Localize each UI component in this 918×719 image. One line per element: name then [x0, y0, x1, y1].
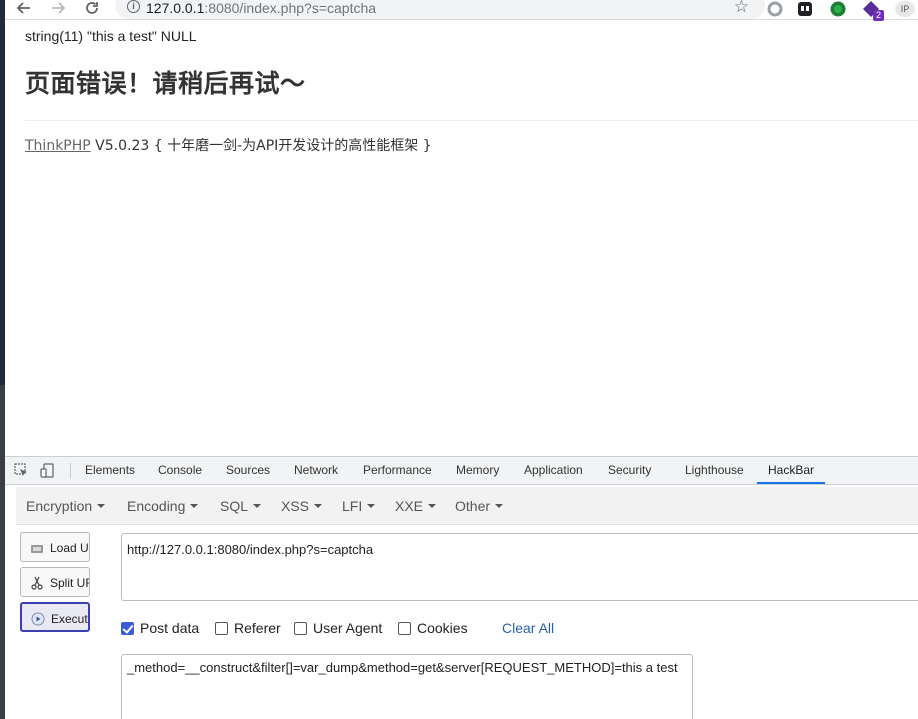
bookmark-star-icon[interactable]: ☆ [734, 0, 749, 15]
divider [25, 120, 918, 121]
var-dump-output: string(11) "this a test" NULL [25, 28, 197, 44]
tab-network[interactable]: Network [294, 457, 338, 484]
user-agent-option[interactable]: User Agent [294, 620, 382, 636]
extension-green-icon[interactable] [830, 1, 846, 17]
inspect-element-icon[interactable] [14, 463, 29, 478]
error-title: 页面错误！请稍后再试～ [25, 69, 306, 98]
cookies-checkbox[interactable] [398, 622, 411, 635]
scissors-icon [31, 576, 43, 590]
extension-ring-icon[interactable] [767, 1, 783, 17]
clear-all-link[interactable]: Clear All [502, 620, 554, 636]
menu-sql[interactable]: SQL [220, 498, 262, 514]
referer-checkbox[interactable] [215, 622, 228, 635]
framework-copyright: ThinkPHP V5.0.23 { 十年磨一剑-为API开发设计的高性能框架 … [25, 135, 432, 155]
caret-down-icon [97, 504, 106, 509]
execute-button[interactable]: Execute [20, 602, 90, 632]
post-data-checkbox[interactable] [121, 622, 134, 635]
load-url-icon [31, 545, 43, 553]
browser-toolbar: i 127.0.0.1:8080/index.php?s=captcha ☆ 2… [5, 0, 918, 21]
forward-arrow-icon[interactable] [47, 0, 69, 19]
menu-encryption[interactable]: Encryption [26, 498, 106, 514]
tab-console[interactable]: Console [158, 457, 202, 484]
extension-badge: 2 [873, 10, 885, 21]
url-textarea[interactable]: http://127.0.0.1:8080/index.php?s=captch… [121, 533, 918, 601]
ip-extension-icon[interactable]: IP [895, 1, 915, 17]
caret-down-icon [190, 504, 199, 509]
play-icon [31, 612, 45, 626]
device-toolbar-icon[interactable] [40, 463, 55, 478]
devtools-tab-bar: Elements Console Sources Network Perform… [5, 457, 918, 485]
menu-encoding[interactable]: Encoding [127, 498, 199, 514]
post-data-textarea[interactable]: _method=__construct&filter[]=var_dump&me… [121, 654, 693, 719]
caret-down-icon [495, 504, 504, 509]
devtools-panel: Elements Console Sources Network Perform… [5, 456, 918, 719]
menu-xxe[interactable]: XXE [395, 498, 437, 514]
tab-application[interactable]: Application [524, 457, 583, 484]
tab-memory[interactable]: Memory [456, 457, 499, 484]
tab-sources[interactable]: Sources [226, 457, 270, 484]
back-arrow-icon[interactable] [13, 0, 35, 19]
extension-dark-icon[interactable] [797, 1, 813, 17]
address-bar[interactable]: i 127.0.0.1:8080/index.php?s=captcha ☆ [115, 0, 765, 19]
referer-option[interactable]: Referer [215, 620, 281, 636]
framework-version: V5.0.23 { 十年磨一剑-为API开发设计的高性能框架 } [90, 138, 432, 154]
post-data-option[interactable]: Post data [121, 620, 199, 636]
menu-other[interactable]: Other [455, 498, 504, 514]
address-url[interactable]: 127.0.0.1:8080/index.php?s=captcha [146, 0, 376, 16]
caret-down-icon [367, 504, 376, 509]
site-info-icon[interactable]: i [127, 0, 140, 13]
tab-hackbar[interactable]: HackBar [757, 457, 826, 484]
cookies-option[interactable]: Cookies [398, 620, 468, 636]
caret-down-icon [253, 504, 262, 509]
hackbar-menu: Encryption Encoding SQL XSS LFI XXE Othe… [16, 487, 918, 525]
reload-icon[interactable] [81, 0, 103, 19]
load-url-button[interactable]: Load URL [20, 532, 90, 562]
tab-performance[interactable]: Performance [363, 457, 432, 484]
caret-down-icon [428, 504, 437, 509]
tab-lighthouse[interactable]: Lighthouse [685, 457, 744, 484]
split-url-button[interactable]: Split URL [20, 567, 90, 597]
menu-xss[interactable]: XSS [281, 498, 323, 514]
menu-lfi[interactable]: LFI [342, 498, 376, 514]
thinkphp-link[interactable]: ThinkPHP [25, 138, 91, 154]
caret-down-icon [314, 504, 323, 509]
extension-purple-icon[interactable]: 2 [863, 1, 885, 21]
devtools-separator [70, 463, 71, 479]
tab-security[interactable]: Security [608, 457, 651, 484]
tab-elements[interactable]: Elements [85, 457, 135, 484]
user-agent-checkbox[interactable] [294, 622, 307, 635]
